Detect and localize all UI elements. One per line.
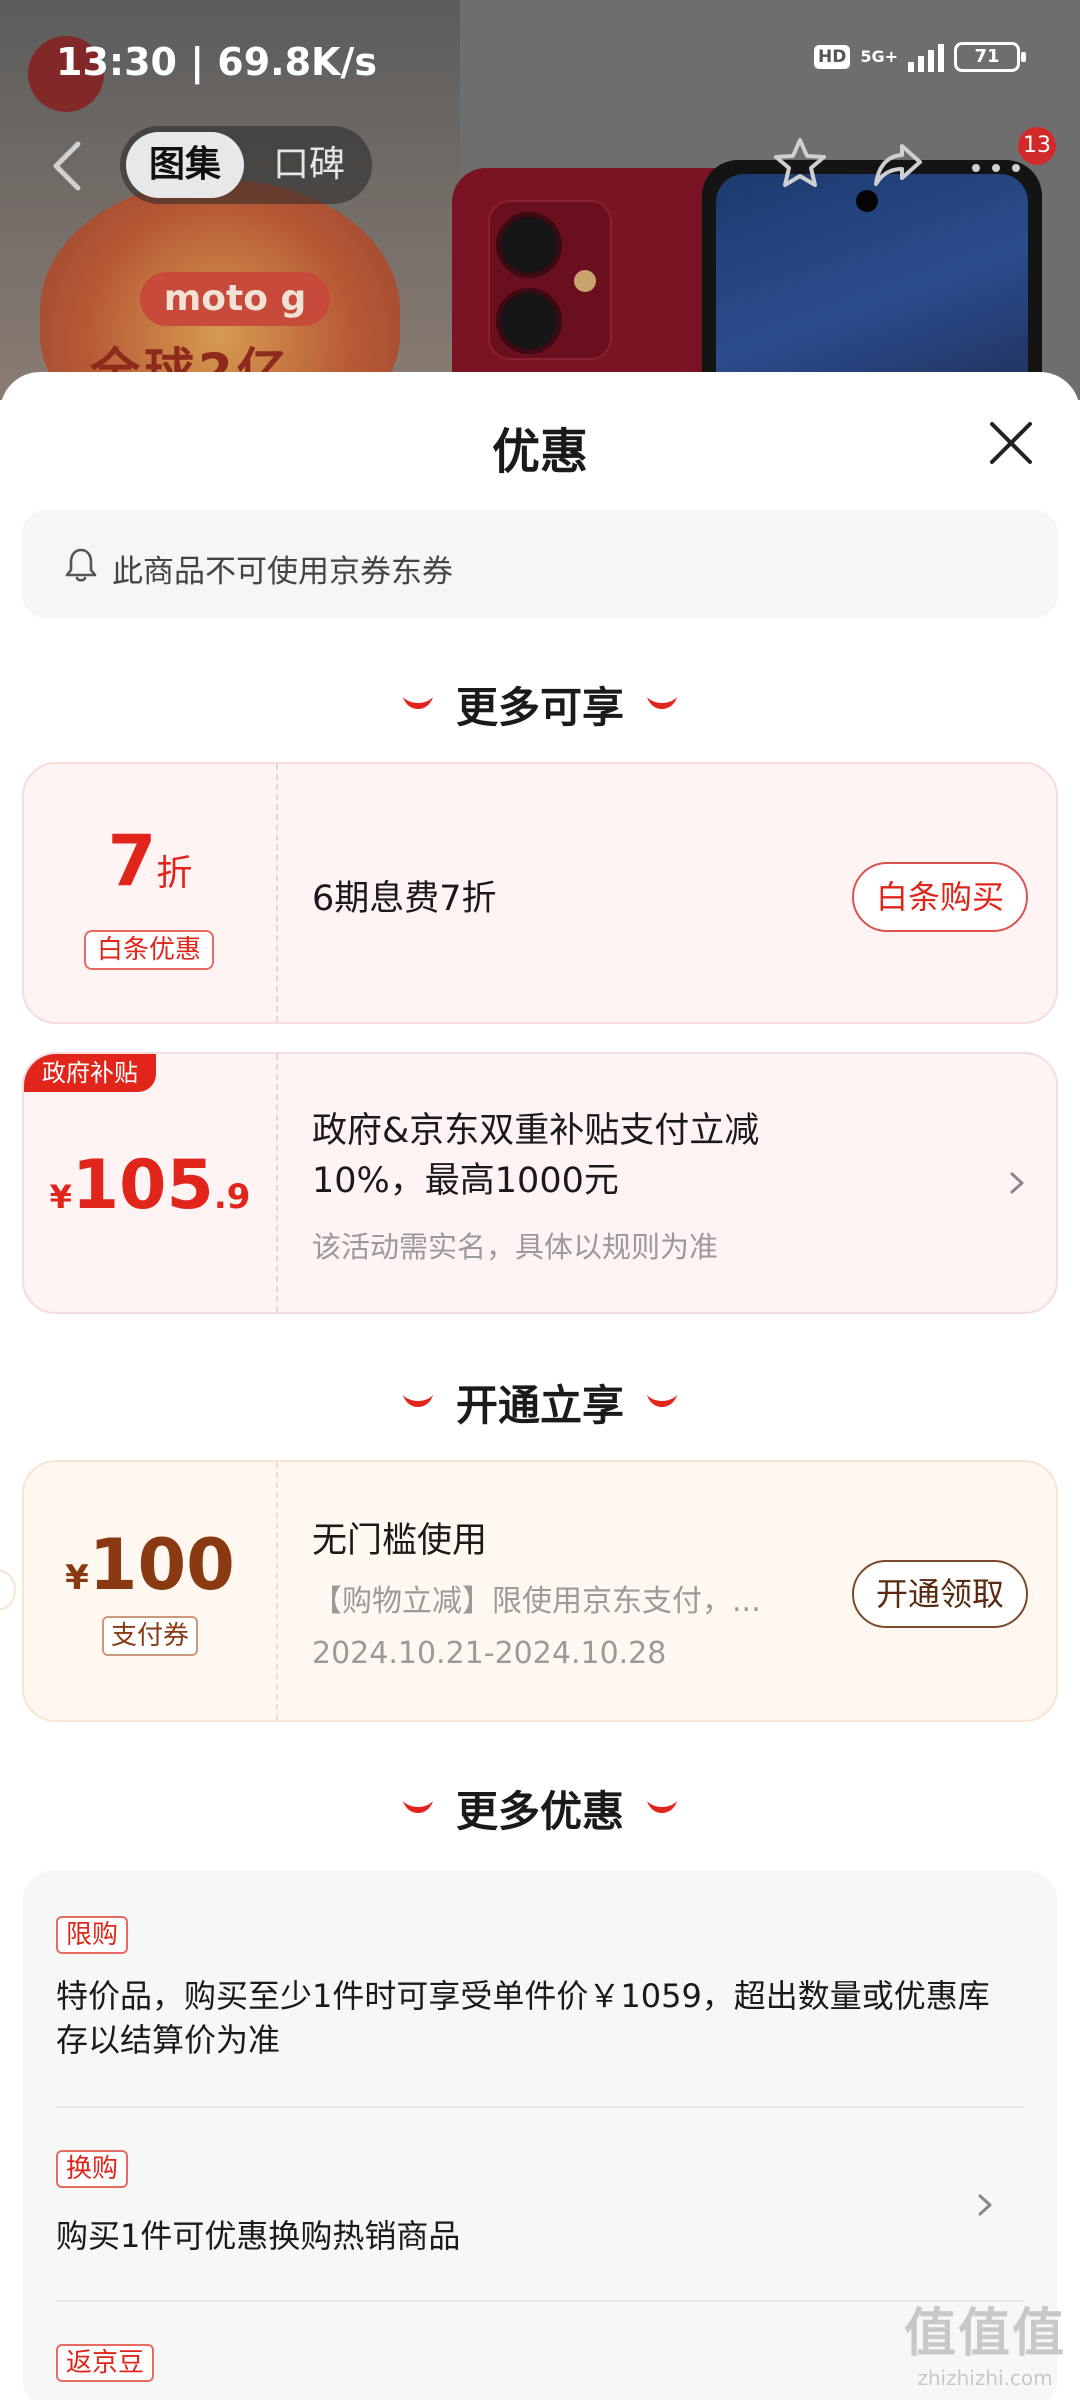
smile-icon [647, 1801, 677, 1813]
section-title: 开通立享 [455, 1380, 624, 1430]
battery-icon: 71 [954, 42, 1026, 72]
smile-icon [402, 697, 433, 709]
watermark-logo: 值值值 [903, 2304, 1066, 2364]
section-more-available: 更多可享 [0, 674, 1080, 734]
gov-desc-line2: 10%，最高1000元 [312, 1161, 619, 1201]
smile-icon [402, 1801, 433, 1813]
activate-claim-button[interactable]: 开通领取 [852, 1560, 1028, 1628]
coupon-dates: 2024.10.21-2024.10.28 [312, 1636, 667, 1671]
pay-coupon-tag: 支付券 [102, 1616, 198, 1656]
list-item-tag: 换购 [56, 2150, 129, 2188]
share-icon[interactable] [868, 134, 928, 194]
card-divider [276, 1054, 278, 1312]
site-watermark: 值值值 zhizhizhi.com [904, 2291, 1066, 2390]
pay-coupon-card[interactable]: ¥100 支付券 无门槛使用 【购物立减】限使用京东支付，... 2024.10… [22, 1460, 1058, 1722]
list-item-text: 特价品，购买至少1件时可享受单件价￥1059，超出数量或优惠库 存以结算价为准 [56, 1974, 1016, 2062]
smile-icon [647, 1395, 677, 1407]
coupon-title: 无门槛使用 [312, 1521, 488, 1561]
section-title: 更多可享 [455, 682, 624, 732]
chevron-right-icon[interactable] [972, 2192, 998, 2218]
banner-brand-badge: moto g [140, 272, 330, 326]
gov-desc-line1: 政府&京东双重补贴支付立减 [312, 1111, 760, 1151]
close-icon[interactable] [986, 418, 1036, 468]
smile-icon [402, 1395, 433, 1407]
camera-lens-icon [496, 288, 562, 354]
coupon-notch [0, 1570, 16, 1610]
coupon-amount: ¥100 [24, 1524, 276, 1606]
subsidy-amount: ¥105.9 [24, 1146, 276, 1225]
back-arrow-icon[interactable] [44, 136, 88, 196]
chevron-right-icon[interactable] [1004, 1170, 1030, 1196]
card-divider [276, 1462, 278, 1720]
gov-subsidy-tag: 政府补贴 [24, 1054, 156, 1092]
camera-lens-icon [496, 212, 562, 278]
gov-note: 该活动需实名，具体以规则为准 [312, 1230, 719, 1264]
section-title: 更多优惠 [455, 1786, 624, 1836]
flash-icon [574, 270, 596, 292]
discount-value: 7折 [24, 820, 276, 902]
section-open-enjoy: 开通立享 [0, 1372, 1080, 1432]
list-item-text[interactable]: 购买1件可优惠换购热销商品 [56, 2214, 1016, 2258]
baitiao-buy-button[interactable]: 白条购买 [852, 862, 1028, 932]
tab-gallery[interactable]: 图集 [126, 132, 244, 198]
status-time: 13:30 | 69.8K/s [56, 40, 377, 84]
list-item-tag: 限购 [56, 1916, 129, 1954]
discount-number: 7 [107, 820, 157, 902]
card-divider [276, 764, 278, 1022]
currency-symbol: ¥ [49, 1178, 72, 1216]
sheet-title: 优惠 [491, 424, 588, 480]
gov-subsidy-card[interactable]: 政府补贴 ¥105.9 政府&京东双重补贴支付立减 10%，最高1000元 该活… [22, 1052, 1058, 1314]
star-icon[interactable] [770, 134, 830, 194]
amount-decimal: .9 [213, 1177, 251, 1217]
message-count-badge: 13 [1018, 127, 1056, 165]
list-item-line: 特价品，购买至少1件时可享受单件价￥1059，超出数量或优惠库 [56, 1977, 990, 2015]
network-label: 5G+ [860, 47, 898, 66]
smile-icon [647, 697, 677, 709]
coupon-notice: 此商品不可使用京券东券 [22, 510, 1058, 618]
baitiao-discount-card[interactable]: 7折 白条优惠 6期息费7折 白条购买 [22, 762, 1058, 1024]
hd-icon: HD [813, 45, 851, 69]
list-item-tag: 返京豆 [56, 2344, 155, 2382]
list-divider [56, 2300, 1024, 2302]
tab-reviews[interactable]: 口碑 [252, 132, 366, 198]
product-gallery-header: moto g 全球2亿 13:30 | 69.8K/s HD 5G+ 71 图集… [0, 0, 1080, 400]
baitiao-tag: 白条优惠 [84, 930, 214, 970]
amount-integer: 105 [71, 1146, 214, 1225]
discount-unit: 折 [156, 853, 193, 894]
signal-icon [908, 42, 944, 72]
watermark-url: zhizhizhi.com [917, 2366, 1053, 2390]
section-more-discounts: 更多优惠 [0, 1778, 1080, 1838]
notice-text: 此商品不可使用京券东券 [112, 554, 453, 590]
bell-icon [65, 548, 97, 582]
list-item-line: 存以结算价为准 [56, 2021, 281, 2059]
baitiao-description: 6期息费7折 [312, 879, 497, 919]
coupon-value: 100 [88, 1524, 235, 1606]
coupon-subtitle: 【购物立减】限使用京东支付，... [312, 1584, 761, 1619]
status-icons: HD 5G+ 71 [813, 42, 1026, 72]
gov-description: 政府&京东双重补贴支付立减 10%，最高1000元 [312, 1106, 759, 1206]
list-divider [56, 2106, 1024, 2108]
more-dots-icon[interactable] [966, 134, 1026, 194]
more-discounts-list: 限购 特价品，购买至少1件时可享受单件价￥1059，超出数量或优惠库 存以结算价… [22, 1870, 1058, 2400]
currency-symbol: ¥ [65, 1558, 89, 1598]
